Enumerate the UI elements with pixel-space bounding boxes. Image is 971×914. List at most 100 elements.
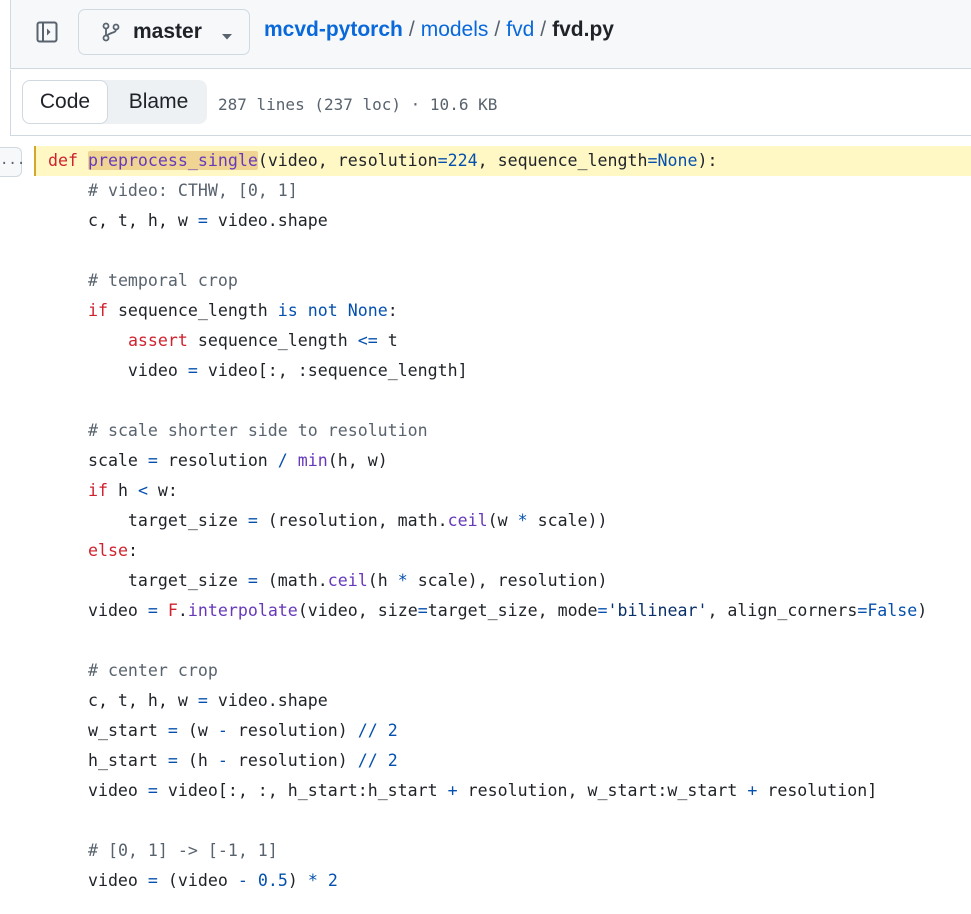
code-token: F [167, 601, 178, 620]
code-token: resolution) [227, 751, 358, 770]
code-token: None [657, 151, 698, 170]
code-token: (resolution, math. [257, 511, 448, 530]
git-branch-icon [99, 20, 123, 44]
code-token: - [217, 721, 228, 740]
code-line[interactable]: if sequence_length is not None: [48, 296, 398, 326]
code-token: c, t, h, w [48, 691, 198, 710]
code-token: preprocess_single [87, 151, 258, 170]
code-token: < [137, 481, 148, 500]
code-view[interactable]: ... def preprocess_single(video, resolut… [0, 137, 971, 914]
file-navigation-bar: master mcvd-pytorch / models / fvd / fvd.py [10, 0, 971, 69]
code-token: + [747, 781, 758, 800]
code-token: interpolate [187, 601, 298, 620]
code-token: video[:, :sequence_length] [197, 361, 468, 380]
breadcrumb-repo-link[interactable]: mcvd-pytorch [264, 18, 403, 41]
code-token: . [177, 601, 188, 620]
code-token: = [197, 211, 208, 230]
code-token: video [48, 361, 188, 380]
code-token: = [597, 601, 608, 620]
code-line[interactable]: h_start = (h - resolution) // 2 [48, 746, 398, 776]
code-line[interactable]: video = F.interpolate(video, size=target… [48, 596, 927, 626]
code-line-options-button[interactable]: ... [0, 147, 25, 177]
code-line[interactable]: # temporal crop [48, 266, 238, 296]
code-token: resolution [157, 451, 278, 470]
code-token: None [347, 301, 388, 320]
breadcrumb: mcvd-pytorch / models / fvd / fvd.py [264, 18, 614, 42]
code-token: = [247, 571, 258, 590]
code-line[interactable]: # [0, 1] -> [-1, 1] [48, 836, 278, 866]
code-token: * [397, 571, 408, 590]
code-token: h [107, 481, 138, 500]
code-token: (video, size [297, 601, 418, 620]
code-line[interactable]: c, t, h, w = video.shape [48, 206, 328, 236]
code-line[interactable]: if h < w: [48, 476, 178, 506]
breadcrumb-models-link[interactable]: models [421, 18, 489, 41]
code-line[interactable]: def preprocess_single(video, resolution=… [48, 146, 717, 176]
code-line[interactable]: target_size = (math.ceil(h * scale), res… [48, 566, 608, 596]
tab-code[interactable]: Code [22, 80, 108, 124]
sidebar-toggle-button[interactable] [32, 19, 62, 49]
code-token: else [87, 541, 128, 560]
code-token: ) [287, 871, 308, 890]
code-line[interactable]: video = (video - 0.5) * 2 [48, 866, 338, 896]
code-token: - [237, 871, 248, 890]
code-token: 2 [387, 751, 398, 770]
code-token: = [147, 601, 158, 620]
code-line[interactable]: # center crop [48, 656, 218, 686]
code-line[interactable]: scale = resolution / min(h, w) [48, 446, 388, 476]
code-token: assert [127, 331, 188, 350]
code-line[interactable]: # scale shorter side to resolution [48, 416, 428, 446]
code-token: = [167, 751, 178, 770]
code-line[interactable]: target_size = (resolution, math.ceil(w *… [48, 506, 608, 536]
tab-blame[interactable]: Blame [110, 80, 207, 124]
code-token: : [127, 541, 138, 560]
code-token: min [297, 451, 328, 470]
breadcrumb-separator: / [408, 18, 415, 41]
code-token: (h [177, 751, 218, 770]
code-token: ) [917, 601, 928, 620]
code-token: target_size, mode [427, 601, 598, 620]
breadcrumb-fvd-link[interactable]: fvd [506, 18, 534, 41]
code-token: = [147, 451, 158, 470]
code-token: if [87, 481, 108, 500]
code-token: 0.5 [257, 871, 288, 890]
code-token: = [197, 691, 208, 710]
code-token: resolution) [227, 721, 358, 740]
sidebar-expand-icon [35, 20, 59, 49]
code-token: = [147, 781, 158, 800]
code-token: = [857, 601, 868, 620]
code-line[interactable]: c, t, h, w = video.shape [48, 686, 328, 716]
code-line[interactable]: else: [48, 536, 138, 566]
code-token: video.shape [207, 691, 328, 710]
code-line[interactable]: w_start = (w - resolution) // 2 [48, 716, 398, 746]
code-token: t [377, 331, 398, 350]
code-token: resolution] [757, 781, 878, 800]
code-token: 'bilinear' [607, 601, 708, 620]
code-token: // [357, 721, 378, 740]
code-token: = [647, 151, 658, 170]
branch-selector-button[interactable]: master [78, 9, 250, 55]
code-token: sequence_length [187, 331, 358, 350]
code-token: target_size [48, 571, 248, 590]
code-line[interactable]: video = video[:, :, h_start:h_start + re… [48, 776, 877, 806]
code-token: <= [357, 331, 378, 350]
code-line[interactable]: video = video[:, :sequence_length] [48, 356, 468, 386]
code-token: , sequence_length [477, 151, 648, 170]
code-token: ceil [327, 571, 368, 590]
chevron-down-icon [221, 28, 233, 46]
code-token: = [147, 871, 158, 890]
code-line[interactable]: # video: CTHW, [0, 1] [48, 176, 298, 206]
code-token: + [447, 781, 458, 800]
code-line[interactable]: assert sequence_length <= t [48, 326, 398, 356]
code-token: (video [157, 871, 238, 890]
